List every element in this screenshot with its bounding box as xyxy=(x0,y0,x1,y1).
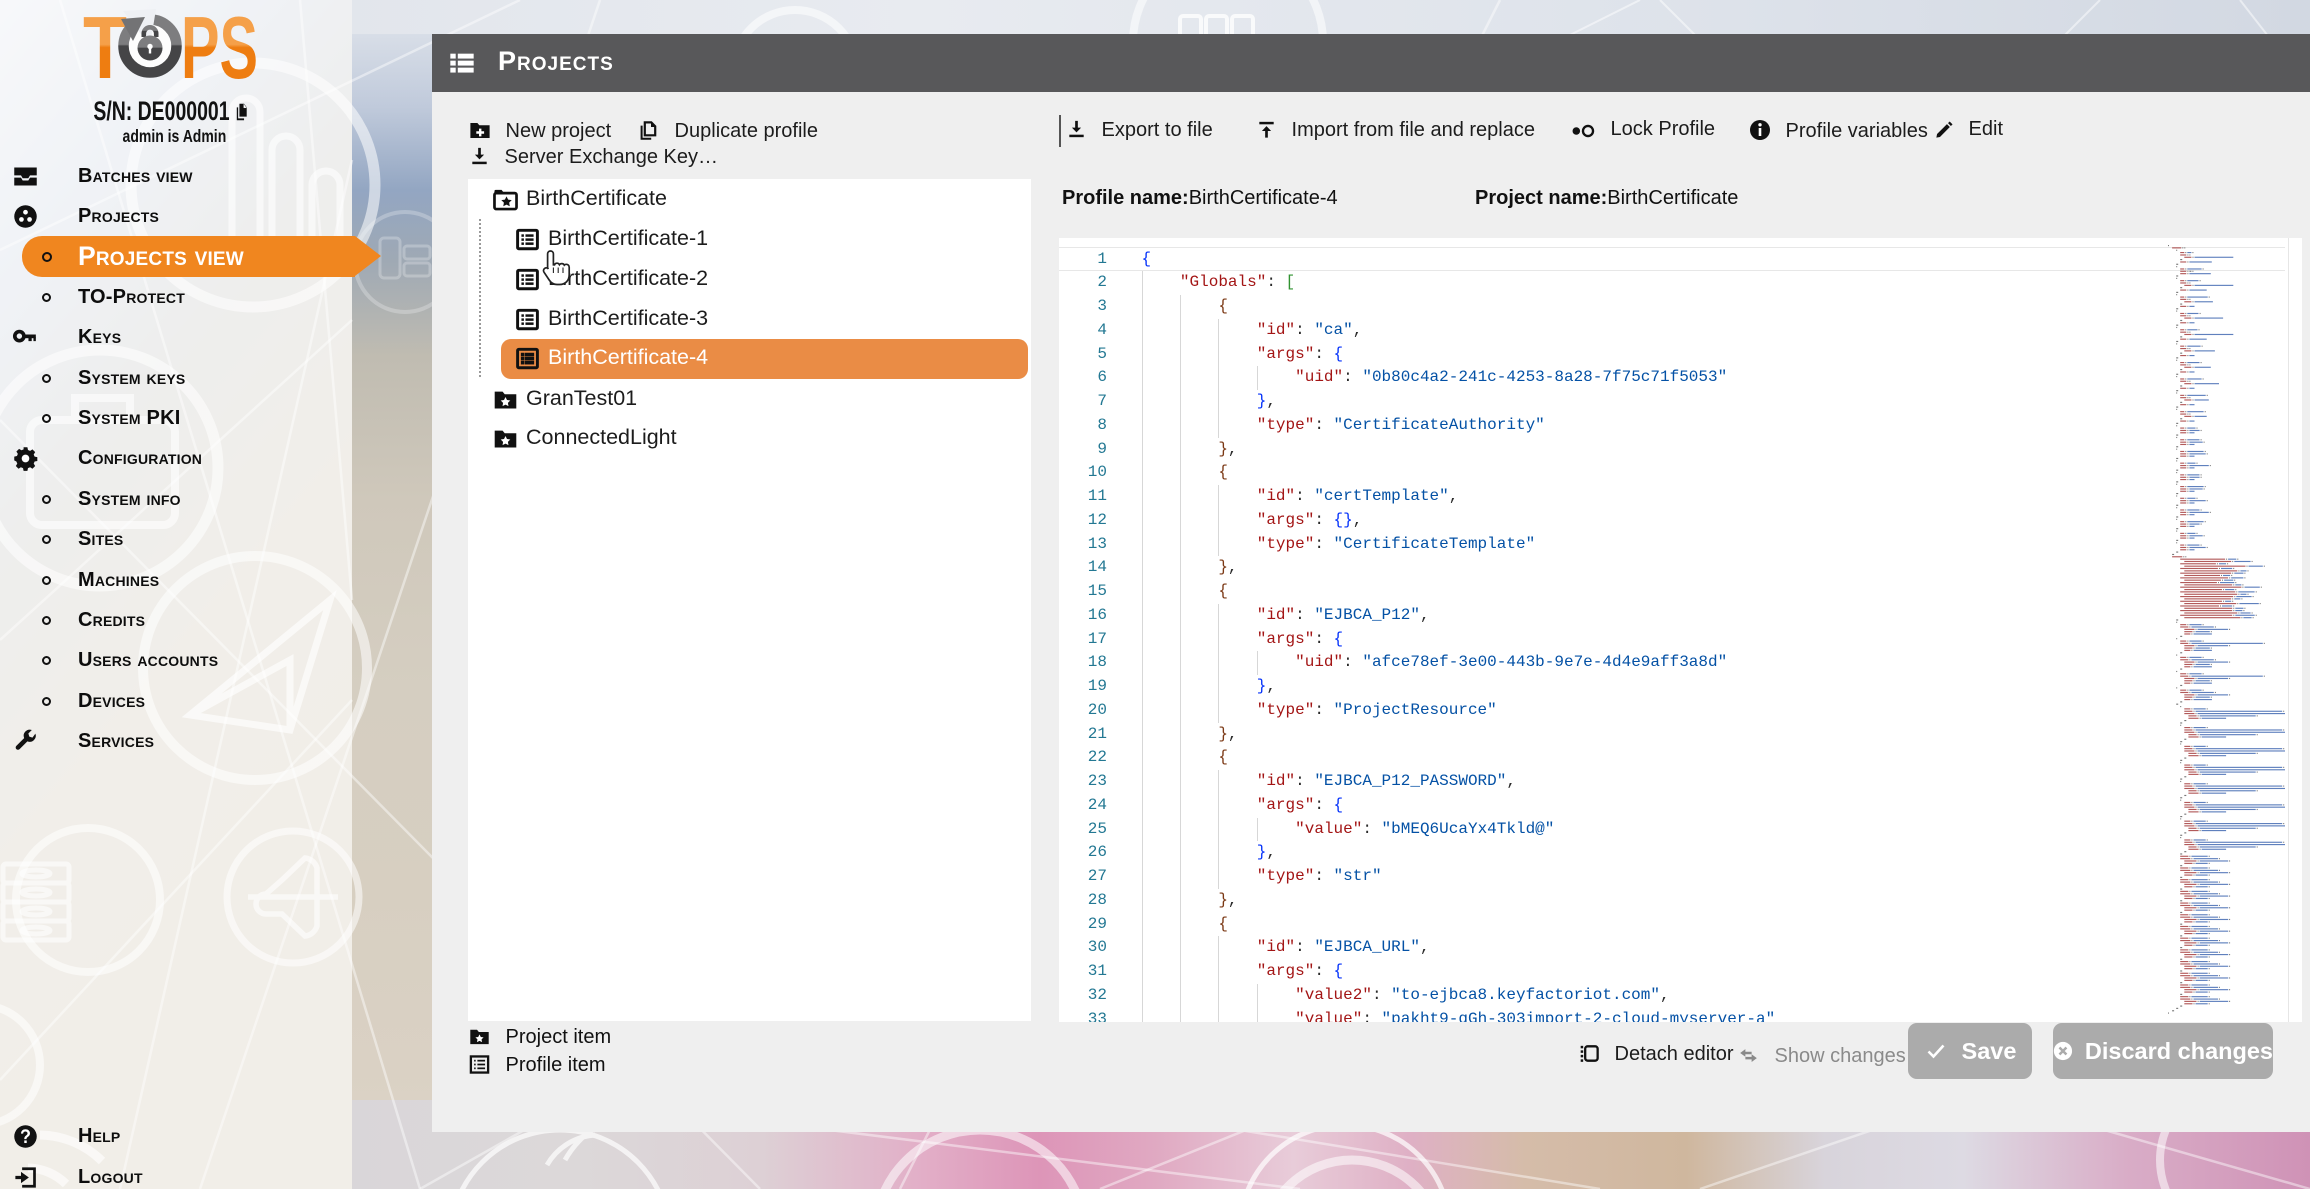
svg-text:PS: PS xyxy=(181,8,258,80)
